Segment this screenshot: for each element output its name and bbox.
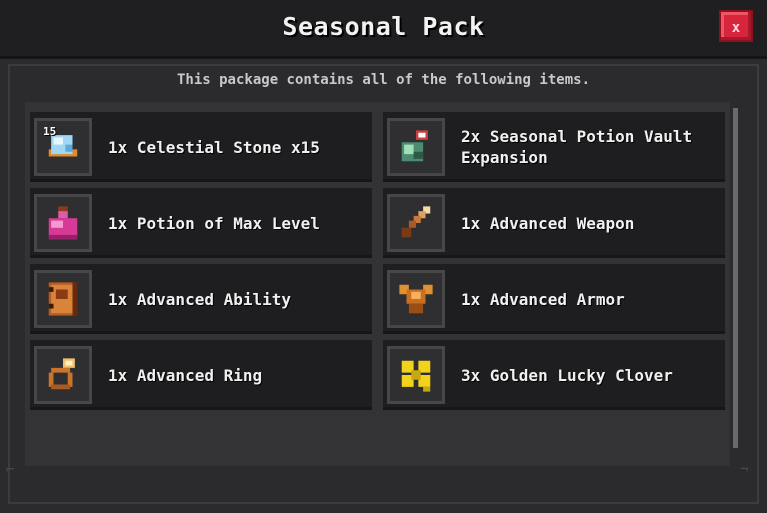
list-item: 1x Advanced Armor [383,264,725,334]
clover-icon [401,360,431,392]
item-slot [34,270,92,328]
list-item: 1x Potion of Max Level [30,188,372,258]
corner-ornament: ⌐ [6,462,15,478]
list-item: 1x Advanced Ability [30,264,372,334]
spellbook-icon [48,282,78,316]
ring-icon [48,358,75,390]
item-label: 2x Seasonal Potion Vault Expansion [461,127,693,167]
item-label: 1x Celestial Stone x15 [108,137,320,157]
seasonal-pack-window: Seasonal Pack x This package contains al… [0,0,767,513]
item-slot [34,194,92,252]
list-item: 15 1x Celestial Stone x15 [30,112,372,182]
item-slot [387,194,445,252]
item-slot [387,270,445,328]
list-item: 1x Advanced Weapon [383,188,725,258]
list-item: 2x Seasonal Potion Vault Expansion [383,112,725,182]
item-slot: 15 [34,118,92,176]
max-level-potion-icon [48,206,78,240]
item-slot [34,346,92,404]
package-description: This package contains all of the followi… [176,72,590,88]
item-slot [387,346,445,404]
armor-icon [399,284,433,314]
item-label: 1x Potion of Max Level [108,213,320,233]
item-label: 3x Golden Lucky Clover [461,365,673,385]
item-label: 1x Advanced Weapon [461,213,635,233]
item-label: 1x Advanced Ability [108,289,292,309]
list-item: 3x Golden Lucky Clover [383,340,725,410]
quantity-badge: 15 [43,125,57,138]
item-label: 1x Advanced Ring [108,365,263,385]
window-title: Seasonal Pack [282,12,485,41]
close-button[interactable]: x [719,10,753,42]
title-bar: Seasonal Pack x [0,0,767,59]
list-item: 1x Advanced Ring [30,340,372,410]
scrollbar[interactable] [733,108,738,448]
item-label: 1x Advanced Armor [461,289,625,309]
sword-icon [401,206,431,238]
item-slot [387,118,445,176]
corner-ornament: ¬ [740,462,749,478]
potion-vault-icon [401,130,428,162]
